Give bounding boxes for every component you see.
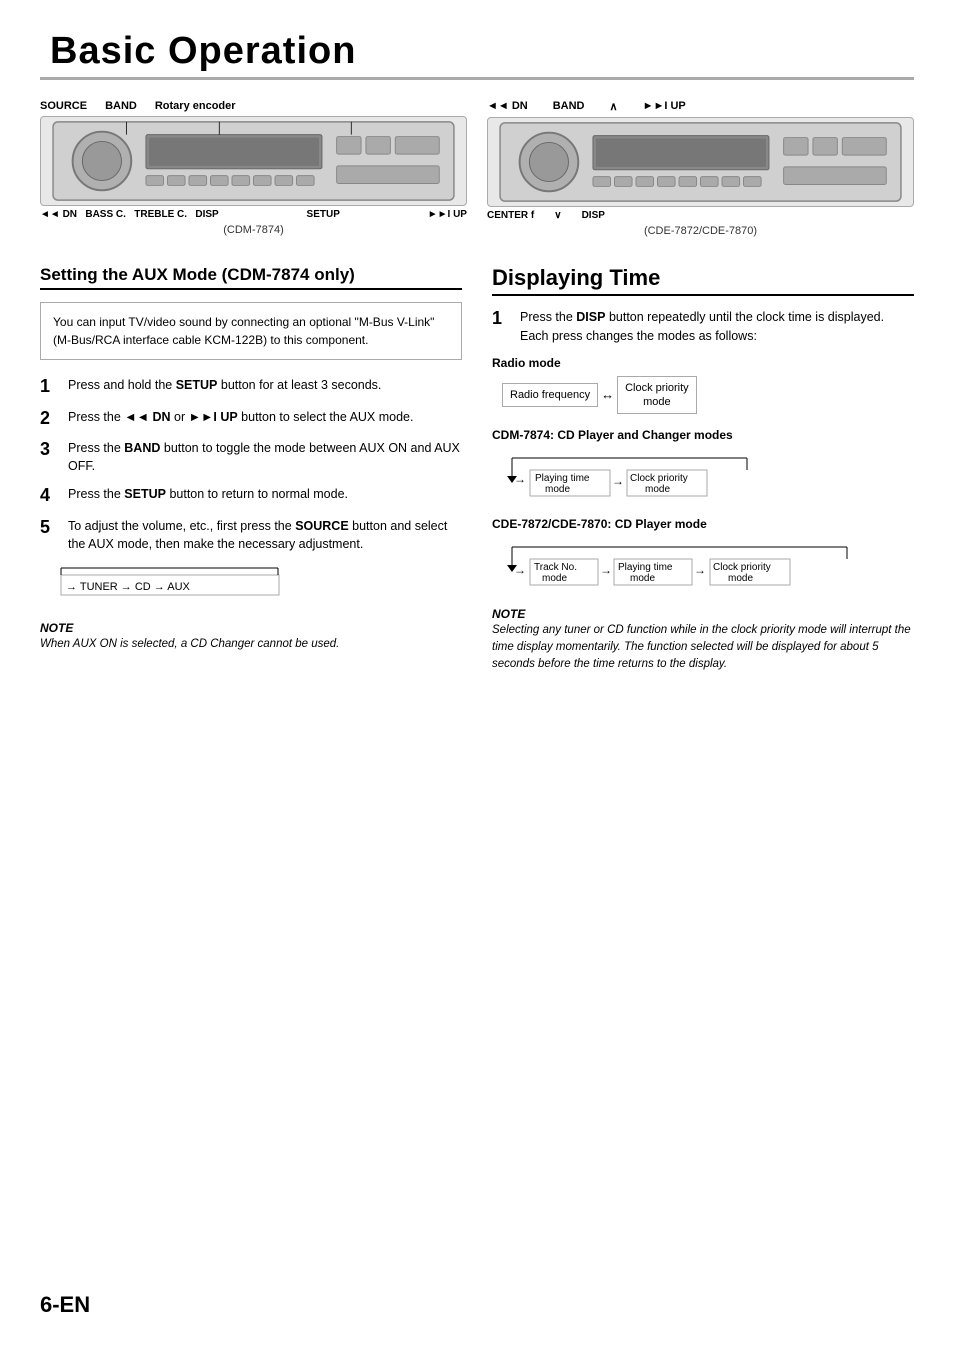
right-diagram-caption: (CDE-7872/CDE-7870) [487, 225, 914, 237]
left-device-image [40, 116, 467, 206]
diagram-section: SOURCE BAND Rotary encoder [40, 100, 914, 237]
aux-steps-list: 1 Press and hold the SETUP button for at… [40, 376, 462, 553]
step-1: 1 Press and hold the SETUP button for at… [40, 376, 462, 398]
step-4-text: Press the SETUP button to return to norm… [68, 485, 348, 503]
tuner-flow-svg: → TUNER → CD → AUX [60, 567, 280, 603]
cdm-flow-svg: → Playing time mode → Clock priority mod… [502, 448, 762, 503]
left-diagram-caption: (CDM-7874) [40, 224, 467, 236]
cdm-mode-label: CDM-7874: CD Player and Changer modes [492, 428, 914, 442]
label-bottom-left: ◄◄ DN BASS C. TREBLE C. DISP [40, 209, 219, 220]
left-diagram: SOURCE BAND Rotary encoder [40, 100, 467, 237]
svg-text:mode: mode [728, 573, 753, 584]
radio-mode-section: Radio mode Radio frequency ↔ Clock prior… [492, 356, 914, 415]
label-dn: ◄◄ DN [487, 100, 528, 113]
label-center-f: CENTER f [487, 210, 534, 221]
svg-text:→: → [612, 474, 624, 488]
disp-note-label: NOTE [492, 607, 525, 621]
aux-note-text: When AUX ON is selected, a CD Changer ca… [40, 638, 339, 650]
svg-text:Clock priority: Clock priority [630, 473, 688, 484]
svg-text:Clock priority: Clock priority [713, 562, 771, 573]
svg-text:Playing time: Playing time [535, 473, 590, 484]
right-diagram: ◄◄ DN BAND ∧ ►►I UP [487, 100, 914, 237]
svg-text:mode: mode [542, 573, 567, 584]
page-number: 6-EN [40, 1292, 90, 1318]
svg-text:mode: mode [645, 484, 670, 495]
page-title: Basic Operation [40, 30, 914, 80]
main-content: Setting the AUX Mode (CDM-7874 only) You… [40, 265, 914, 672]
label-rotary: Rotary encoder [155, 100, 236, 112]
disp-note: NOTE Selecting any tuner or CD function … [492, 606, 914, 672]
step-1-num: 1 [40, 376, 58, 398]
step-2: 2 Press the ◄◄ DN or ►►I UP button to se… [40, 408, 462, 430]
disp-note-text: Selecting any tuner or CD function while… [492, 624, 911, 670]
step-1-text: Press and hold the SETUP button for at l… [68, 376, 381, 394]
radio-flow: Radio frequency ↔ Clock prioritymode [502, 376, 914, 415]
disp-section: Displaying Time 1 Press the DISP button … [492, 265, 914, 672]
right-diagram-labels-bottom: CENTER f ∨ DISP [487, 210, 914, 221]
left-diagram-labels-bottom: ◄◄ DN BASS C. TREBLE C. DISP SETUP ►►I U… [40, 209, 467, 220]
step-2-text: Press the ◄◄ DN or ►►I UP button to sele… [68, 408, 414, 426]
aux-note: NOTE When AUX ON is selected, a CD Chang… [40, 620, 462, 652]
radio-box2: Clock prioritymode [617, 376, 697, 415]
label-up-arrow: ∧ [610, 100, 618, 113]
label-down-arrow: ∨ [554, 210, 561, 221]
step-3-num: 3 [40, 439, 58, 461]
disp-step-1: 1 Press the DISP button repeatedly until… [492, 308, 914, 346]
step-5-text: To adjust the volume, etc., first press … [68, 517, 462, 553]
radio-mode-label: Radio mode [492, 356, 914, 370]
svg-text:mode: mode [630, 573, 655, 584]
svg-text:→: → [514, 472, 526, 486]
radio-arrow: ↔ [598, 387, 617, 402]
step-5: 5 To adjust the volume, etc., first pres… [40, 517, 462, 553]
svg-text:→: → [600, 563, 612, 577]
label-band2: BAND [553, 100, 585, 113]
step-4: 4 Press the SETUP button to return to no… [40, 485, 462, 507]
svg-text:→ TUNER → CD → AUX: → TUNER → CD → AUX [66, 581, 191, 593]
tuner-flow-container: → TUNER → CD → AUX [60, 567, 462, 606]
aux-mode-section: Setting the AUX Mode (CDM-7874 only) You… [40, 265, 462, 672]
disp-section-title: Displaying Time [492, 265, 914, 296]
label-setup: SETUP [307, 209, 340, 220]
label-source: SOURCE [40, 100, 87, 112]
label-up: ►►I UP [428, 209, 467, 220]
aux-section-title: Setting the AUX Mode (CDM-7874 only) [40, 265, 462, 290]
step-2-num: 2 [40, 408, 58, 430]
disp-step-1-content: Press the DISP button repeatedly until t… [520, 308, 884, 346]
right-diagram-labels-top: ◄◄ DN BAND ∧ ►►I UP [487, 100, 914, 113]
right-device-image [487, 117, 914, 207]
svg-text:→: → [514, 563, 526, 577]
label-fwd: ►►I UP [643, 100, 686, 113]
step-5-num: 5 [40, 517, 58, 539]
cde-mode-section: CDE-7872/CDE-7870: CD Player mode → Trac… [492, 517, 914, 592]
svg-text:mode: mode [545, 484, 570, 495]
label-band: BAND [105, 100, 137, 112]
svg-text:Track No.: Track No. [534, 562, 577, 573]
cdm-mode-section: CDM-7874: CD Player and Changer modes → … [492, 428, 914, 503]
svg-text:→: → [694, 563, 706, 577]
cde-mode-label: CDE-7872/CDE-7870: CD Player mode [492, 517, 914, 531]
svg-text:Playing time: Playing time [618, 562, 673, 573]
cde-flow-svg: → Track No. mode → Playing time mode → C… [502, 537, 862, 592]
aux-info-box: You can input TV/video sound by connecti… [40, 302, 462, 360]
step-4-num: 4 [40, 485, 58, 507]
disp-step-1-num: 1 [492, 308, 510, 346]
left-diagram-labels-top: SOURCE BAND Rotary encoder [40, 100, 467, 112]
radio-box1: Radio frequency [502, 383, 598, 407]
step-3-text: Press the BAND button to toggle the mode… [68, 439, 462, 475]
step-3: 3 Press the BAND button to toggle the mo… [40, 439, 462, 475]
label-disp: DISP [582, 210, 605, 221]
aux-note-label: NOTE [40, 621, 73, 635]
